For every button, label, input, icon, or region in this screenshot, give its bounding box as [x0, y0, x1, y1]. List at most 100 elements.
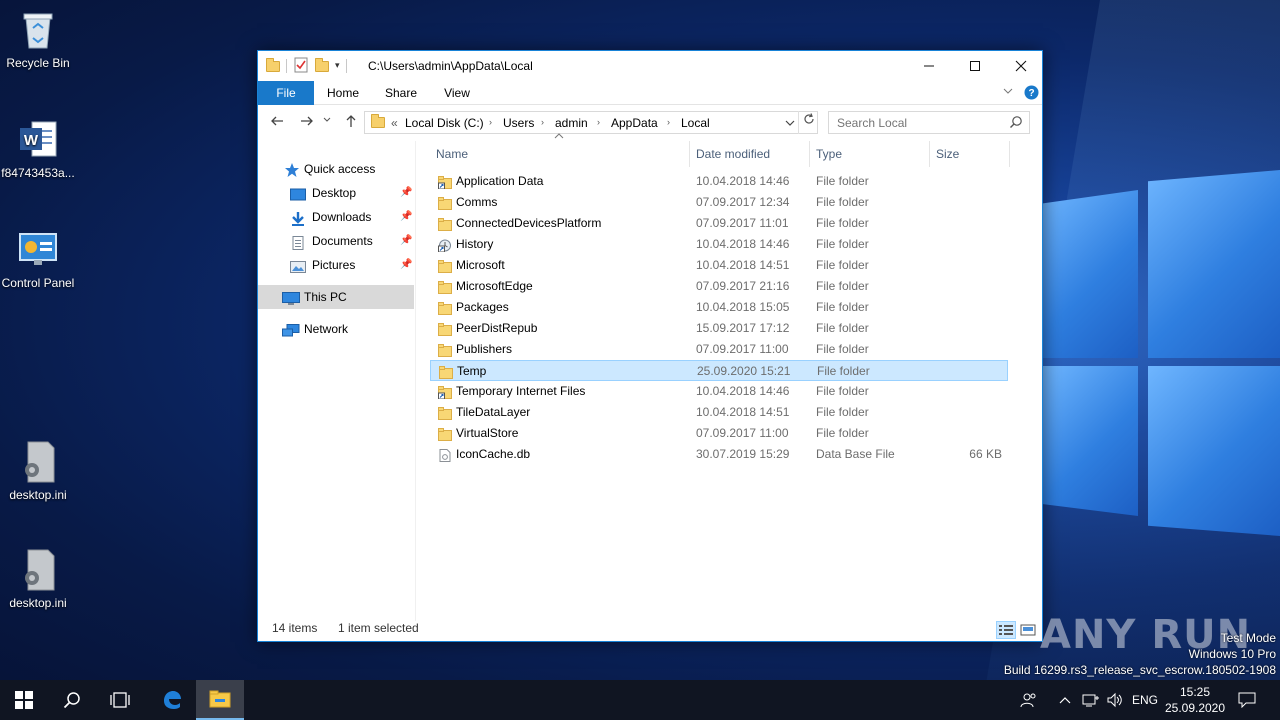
file-date-modified: 07.09.2017 12:34 — [696, 195, 790, 209]
desktop-icon-desktop-ini[interactable]: desktop.ini — [0, 440, 76, 503]
nav-desktop[interactable]: Desktop 📌 — [258, 181, 414, 205]
nav-this-pc[interactable]: This PC — [258, 285, 414, 309]
column-type[interactable]: Type — [810, 141, 930, 167]
file-row[interactable]: Temp 25.09.2020 15:21 File folder — [430, 360, 1008, 381]
file-row[interactable]: TileDataLayer 10.04.2018 14:51 File folder — [430, 402, 1008, 423]
search-button[interactable] — [48, 680, 96, 720]
close-button[interactable] — [998, 51, 1044, 81]
column-date-modified[interactable]: Date modified — [690, 141, 810, 167]
nav-item-label: Pictures — [312, 258, 356, 272]
action-center-icon[interactable] — [1238, 680, 1256, 720]
minimize-button[interactable] — [906, 51, 952, 81]
selection-count: 1 item selected — [338, 621, 419, 635]
breadcrumb-appdata[interactable]: AppData — [611, 116, 658, 130]
file-type: File folder — [816, 300, 869, 314]
file-row[interactable]: MicrosoftEdge 07.09.2017 21:16 File folder — [430, 276, 1008, 297]
nav-item-label: Downloads — [312, 210, 372, 224]
file-row[interactable]: Application Data 10.04.2018 14:46 File fol… — [430, 171, 1008, 192]
people-icon[interactable] — [1020, 680, 1038, 720]
file-explorer-icon — [209, 690, 231, 708]
breadcrumb-local-disk[interactable]: Local Disk (C:) — [405, 116, 484, 130]
task-view-button[interactable] — [96, 680, 144, 720]
db-file-icon — [438, 448, 452, 469]
title-bar[interactable]: ▾ C:\Users\admin\AppData\Local — [258, 51, 1042, 81]
forward-button[interactable] — [296, 113, 318, 133]
breadcrumb-users[interactable]: Users — [503, 116, 534, 130]
column-size[interactable]: Size — [930, 141, 1010, 167]
search-icon[interactable] — [1009, 115, 1023, 132]
file-row[interactable]: Microsoft 10.04.2018 14:51 File folder — [430, 255, 1008, 276]
desktop-icon-control-panel[interactable]: Control Panel — [0, 228, 76, 291]
tab-home[interactable]: Home — [320, 81, 366, 105]
system-clock[interactable]: 15:25 25.09.2020 — [1162, 684, 1228, 716]
input-language-indicator[interactable]: ENG — [1132, 680, 1158, 720]
network-status-icon[interactable] — [1082, 680, 1100, 720]
tab-share[interactable]: Share — [378, 81, 424, 105]
file-row[interactable]: Comms 07.09.2017 12:34 File folder — [430, 192, 1008, 213]
tab-view[interactable]: View — [434, 81, 480, 105]
file-explorer-button[interactable] — [196, 680, 244, 720]
expand-ribbon-icon[interactable] — [1002, 85, 1014, 100]
file-row[interactable]: ConnectedDevicesPlatform 07.09.2017 11:01… — [430, 213, 1008, 234]
desktop-icon-desktop-ini[interactable]: desktop.ini — [0, 548, 76, 611]
help-icon[interactable]: ? — [1024, 85, 1039, 103]
file-row[interactable]: Packages 10.04.2018 15:05 File folder — [430, 297, 1008, 318]
breadcrumb-admin[interactable]: admin — [555, 116, 588, 130]
os-build-label: Build 16299.rs3_release_svc_escrow.18050… — [1003, 663, 1276, 677]
file-row[interactable]: PeerDistRepub 15.09.2017 17:12 File folder — [430, 318, 1008, 339]
file-name: Publishers — [456, 342, 513, 356]
column-name[interactable]: Name — [430, 141, 690, 167]
file-row[interactable]: History 10.04.2018 14:46 File folder — [430, 234, 1008, 255]
nav-downloads[interactable]: Downloads 📌 — [258, 205, 414, 229]
nav-network[interactable]: Network — [258, 317, 414, 341]
breadcrumb-separator-icon[interactable]: › — [541, 117, 544, 127]
star-icon — [284, 162, 300, 177]
nav-pictures[interactable]: Pictures 📌 — [258, 253, 414, 277]
properties-icon[interactable] — [293, 57, 309, 76]
file-date-modified: 07.09.2017 21:16 — [696, 279, 790, 293]
breadcrumb-overflow[interactable]: « — [391, 116, 398, 130]
nav-documents[interactable]: Documents 📌 — [258, 229, 414, 253]
breadcrumb-separator-icon[interactable]: › — [489, 117, 492, 127]
ribbon-tabs: File Home Share View ? — [258, 81, 1042, 105]
breadcrumb-separator-icon[interactable]: › — [597, 117, 600, 127]
desktop-icon-recycle-bin[interactable]: Recycle Bin — [0, 8, 76, 71]
item-count: 14 items — [272, 621, 318, 635]
file-date-modified: 07.09.2017 11:00 — [696, 426, 789, 440]
volume-icon[interactable] — [1106, 680, 1124, 720]
new-folder-icon[interactable] — [315, 57, 329, 72]
refresh-button[interactable] — [798, 111, 818, 134]
nav-item-label: This PC — [304, 290, 347, 304]
search-box[interactable] — [828, 111, 1030, 134]
tab-file[interactable]: File — [258, 81, 314, 105]
file-name: Temporary Internet Files — [456, 384, 586, 398]
file-type: File folder — [816, 426, 869, 440]
file-name: IconCache.db — [456, 447, 531, 461]
word-document-icon: W — [16, 118, 60, 162]
chevron-down-icon[interactable]: ▾ — [335, 61, 340, 71]
breadcrumb-separator-icon[interactable]: › — [667, 117, 670, 127]
file-row[interactable]: VirtualStore 07.09.2017 11:00 File folder — [430, 423, 1008, 444]
breadcrumb-local[interactable]: Local — [681, 116, 710, 130]
start-button[interactable] — [0, 680, 48, 720]
maximize-button[interactable] — [952, 51, 998, 81]
network-icon — [282, 322, 300, 337]
search-input[interactable] — [829, 112, 999, 133]
pin-icon[interactable]: 📌 — [400, 205, 412, 229]
address-dropdown-icon[interactable] — [785, 117, 795, 131]
up-button[interactable] — [340, 113, 362, 133]
pin-icon[interactable]: 📌 — [400, 181, 412, 205]
edge-browser-button[interactable] — [148, 680, 196, 720]
desktop-icon-word-document[interactable]: W f84743453a... — [0, 118, 76, 181]
file-row[interactable]: IconCache.db 30.07.2019 15:29 Data Base Fi… — [430, 444, 1008, 465]
show-hidden-icons-chevron-icon[interactable] — [1058, 680, 1072, 720]
pin-icon[interactable]: 📌 — [400, 229, 412, 253]
file-row[interactable]: Temporary Internet Files 10.04.2018 14:46… — [430, 381, 1008, 402]
back-button[interactable] — [266, 113, 288, 133]
file-name: Application Data — [456, 174, 544, 188]
nav-quick-access[interactable]: Quick access — [258, 157, 414, 181]
recent-locations-chevron-icon[interactable] — [320, 113, 334, 133]
pin-icon[interactable]: 📌 — [400, 253, 412, 277]
file-row[interactable]: Publishers 07.09.2017 11:00 File folder — [430, 339, 1008, 360]
address-bar[interactable]: « Local Disk (C:) › Users › admin › AppD… — [364, 111, 818, 134]
